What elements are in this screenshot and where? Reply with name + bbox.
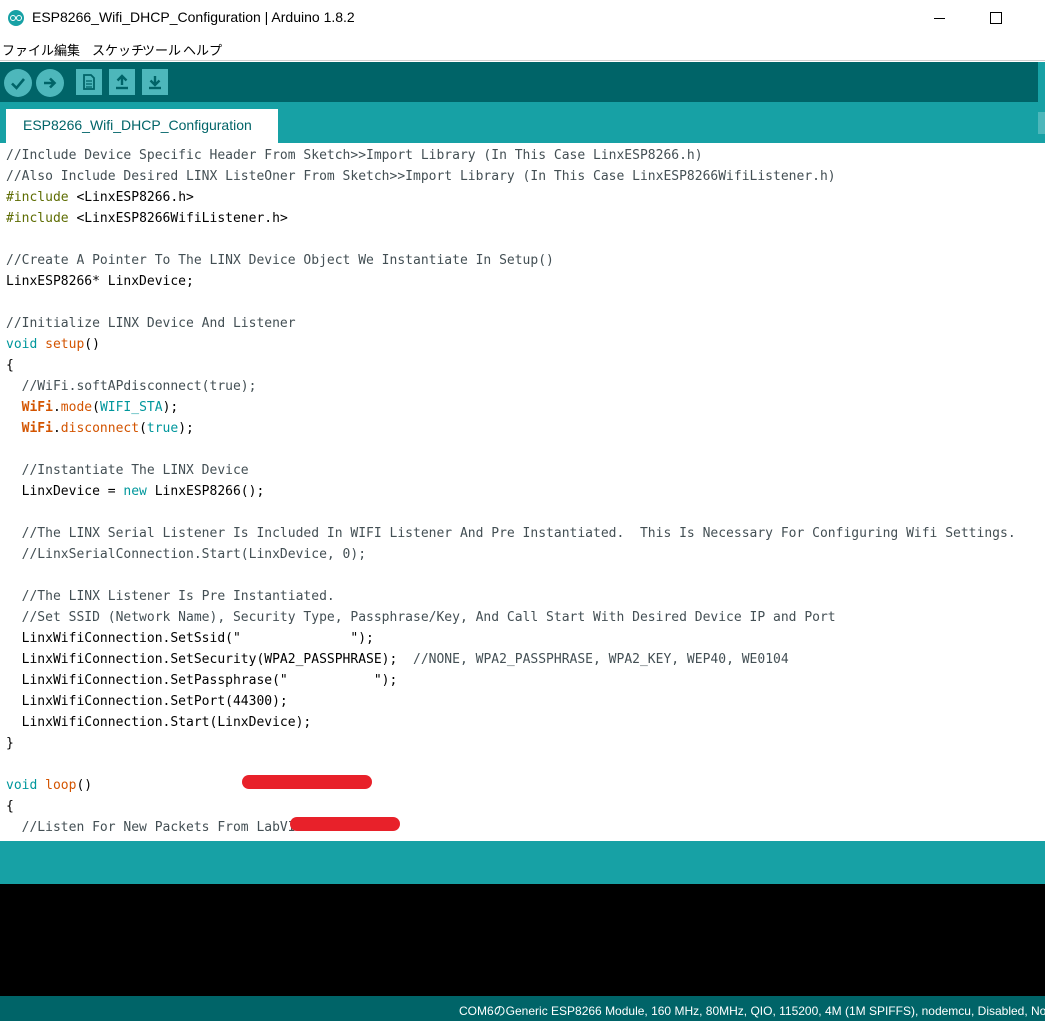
- code-line: WiFi.mode(WIFI_STA);: [21, 400, 179, 415]
- code-line: //Include Device Specific Header From Sk…: [6, 148, 703, 163]
- code-line: //WiFi.softAPdisconnect(true);: [6, 379, 257, 394]
- code-line: LinxWifiConnection.SetSsid(" ");: [6, 631, 374, 646]
- code-line: LinxWifiConnection.SetPassphrase(" ");: [6, 673, 398, 688]
- menu-file[interactable]: ファイル: [2, 40, 54, 59]
- tab-menu-button[interactable]: [1038, 112, 1045, 134]
- code-line: //Also Include Desired LINX ListeOner Fr…: [6, 169, 836, 184]
- code-line: //The LINX Serial Listener Is Included I…: [6, 526, 1016, 541]
- menu-sketch[interactable]: スケッチ: [92, 40, 144, 59]
- tab-sketch[interactable]: ESP8266_Wifi_DHCP_Configuration: [6, 109, 278, 143]
- message-area: [0, 841, 1045, 884]
- tab-bar: ESP8266_Wifi_DHCP_Configuration: [0, 102, 1045, 143]
- code-line: WiFi.disconnect(true);: [21, 421, 194, 436]
- code-line: LinxWifiConnection.Start(LinxDevice);: [6, 715, 312, 730]
- serial-monitor-button[interactable]: [1038, 62, 1045, 102]
- open-button[interactable]: [109, 69, 135, 95]
- code-editor[interactable]: //Include Device Specific Header From Sk…: [0, 143, 1045, 841]
- upload-icon: [44, 77, 57, 89]
- menu-bar: ファイル 編集 スケッチ ツール ヘルプ: [0, 36, 1045, 61]
- code-line: LinxESP8266* LinxDevice;: [6, 274, 194, 289]
- code-line: {: [6, 358, 14, 373]
- code-line: //Create A Pointer To The LINX Device Ob…: [6, 253, 554, 268]
- new-button[interactable]: [76, 69, 102, 95]
- code-line: void loop(): [6, 778, 93, 793]
- board-info: COM6のGeneric ESP8266 Module, 160 MHz, 80…: [459, 1004, 1045, 1018]
- menu-edit[interactable]: 編集: [54, 40, 80, 59]
- code-line: {: [6, 799, 14, 814]
- save-icon: [149, 76, 161, 90]
- save-button[interactable]: [142, 69, 168, 95]
- open-icon: [116, 74, 128, 90]
- code-line: #include <LinxESP8266WifiListener.h>: [6, 211, 288, 226]
- code-line: LinxDevice = new LinxESP8266();: [6, 484, 265, 499]
- code-line: #include <LinxESP8266.h>: [6, 190, 194, 205]
- new-icon: [83, 74, 95, 90]
- code-line: //Instantiate The LINX Device: [6, 463, 249, 478]
- maximize-button[interactable]: [973, 0, 1019, 36]
- passphrase-redaction: [290, 817, 400, 831]
- minimize-icon: [933, 17, 945, 19]
- minimize-button[interactable]: [916, 0, 962, 36]
- code-line: LinxWifiConnection.SetSecurity(WPA2_PASS…: [6, 652, 789, 667]
- toolbar: [0, 62, 1045, 102]
- window-title: ESP8266_Wifi_DHCP_Configuration | Arduin…: [32, 9, 355, 25]
- console-output[interactable]: [0, 884, 1045, 996]
- code-line: //Initialize LINX Device And Listener: [6, 316, 296, 331]
- arduino-logo-icon: [8, 10, 24, 26]
- code-line: //The LINX Listener Is Pre Instantiated.: [6, 589, 335, 604]
- code-line: void setup(): [6, 337, 100, 352]
- code-line: }: [6, 736, 14, 751]
- code-line: //Set SSID (Network Name), Security Type…: [6, 610, 836, 625]
- code-line: //LinxSerialConnection.Start(LinxDevice,…: [6, 547, 367, 562]
- ssid-redaction: [242, 775, 372, 789]
- verify-button[interactable]: [4, 69, 32, 97]
- tab-label: ESP8266_Wifi_DHCP_Configuration: [23, 117, 252, 133]
- code-line: //Listen For New Packets From LabVIEW: [6, 820, 312, 835]
- menu-tools[interactable]: ツール: [142, 40, 181, 59]
- title-bar: ESP8266_Wifi_DHCP_Configuration | Arduin…: [0, 0, 1045, 36]
- upload-button[interactable]: [36, 69, 64, 97]
- verify-icon: [11, 78, 25, 90]
- code-line: LinxWifiConnection.SetPort(44300);: [6, 694, 288, 709]
- maximize-icon: [990, 12, 1002, 24]
- status-bar: COM6のGeneric ESP8266 Module, 160 MHz, 80…: [0, 996, 1045, 1021]
- menu-help[interactable]: ヘルプ: [183, 40, 222, 59]
